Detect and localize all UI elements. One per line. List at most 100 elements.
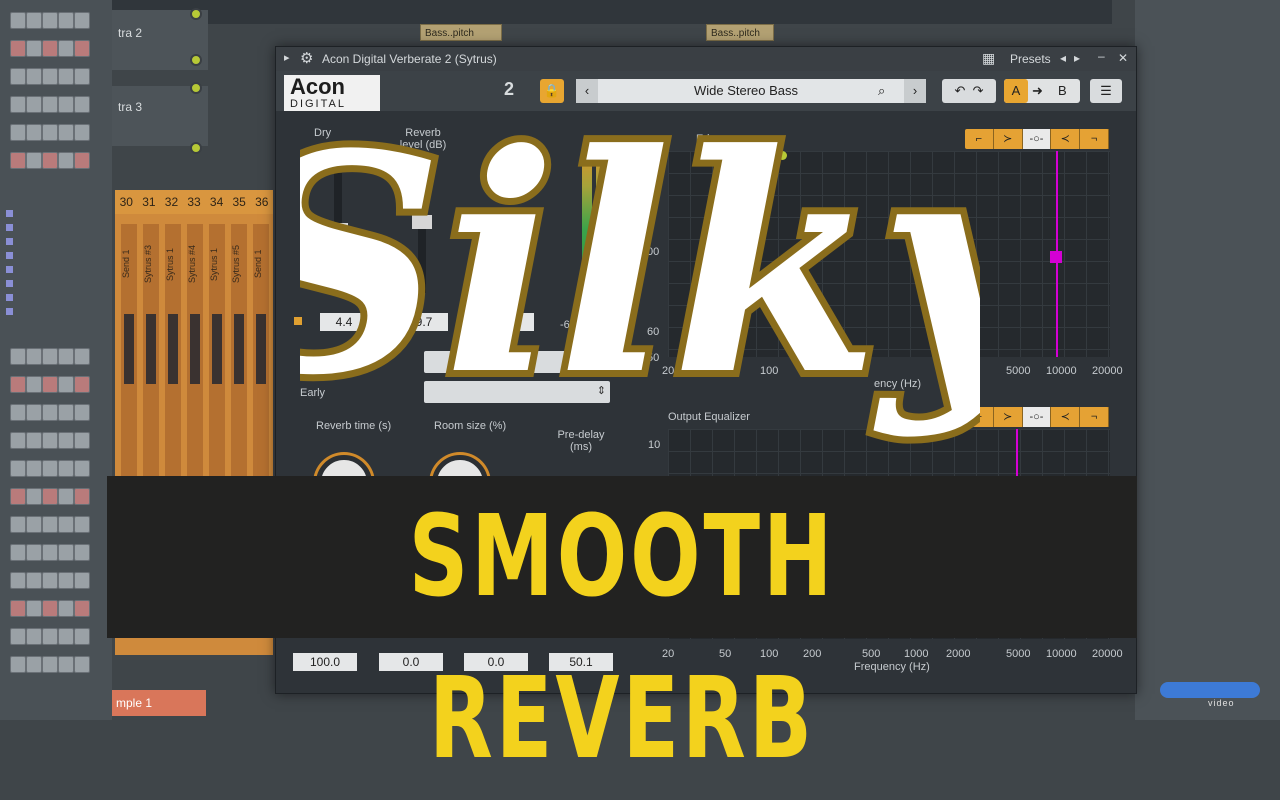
high-shelf-icon[interactable]: ¬	[1080, 129, 1109, 149]
channel-select-button[interactable]	[6, 224, 13, 231]
step-button[interactable]	[26, 376, 42, 393]
channel-select-button[interactable]	[6, 294, 13, 301]
a-button[interactable]: A	[1004, 79, 1028, 103]
step-button[interactable]	[42, 348, 58, 365]
step-button[interactable]	[74, 432, 90, 449]
step-button[interactable]	[74, 628, 90, 645]
step-button[interactable]	[26, 348, 42, 365]
close-icon[interactable]: ✕	[1118, 51, 1128, 65]
reverb-time-value[interactable]: 100.0	[293, 653, 357, 671]
playlist-clip[interactable]: Bass..pitch	[706, 24, 774, 41]
mixer-fader[interactable]	[190, 314, 200, 384]
step-button[interactable]	[74, 68, 90, 85]
step-button[interactable]	[74, 656, 90, 673]
menu-arrow-icon[interactable]: ▸	[284, 51, 290, 64]
step-button[interactable]	[58, 96, 74, 113]
step-button[interactable]	[26, 572, 42, 589]
step-button[interactable]	[42, 572, 58, 589]
step-button[interactable]	[58, 600, 74, 617]
step-button[interactable]	[74, 600, 90, 617]
step-button[interactable]	[10, 628, 26, 645]
step-button[interactable]	[74, 348, 90, 365]
step-button[interactable]	[42, 656, 58, 673]
mixer-fader[interactable]	[234, 314, 244, 384]
step-button[interactable]	[10, 516, 26, 533]
step-button[interactable]	[74, 544, 90, 561]
step-button[interactable]	[58, 488, 74, 505]
step-button[interactable]	[74, 572, 90, 589]
step-button[interactable]	[26, 460, 42, 477]
minimize-icon[interactable]: ‒	[1098, 49, 1105, 63]
step-button[interactable]	[10, 404, 26, 421]
high-shelf-icon[interactable]: ¬	[1080, 407, 1109, 427]
step-button[interactable]	[42, 152, 58, 169]
channel-select-button[interactable]	[6, 308, 13, 315]
presets-label[interactable]: Presets	[1010, 52, 1051, 66]
step-button[interactable]	[58, 572, 74, 589]
step-button[interactable]	[58, 628, 74, 645]
b-button[interactable]: B	[1058, 79, 1067, 103]
step-button[interactable]	[10, 40, 26, 57]
step-button[interactable]	[42, 544, 58, 561]
step-button[interactable]	[74, 460, 90, 477]
filter-shape-selector[interactable]: ⌐ ≻ -○- ≺ ¬	[965, 407, 1109, 427]
step-button[interactable]	[58, 12, 74, 29]
step-button[interactable]	[58, 544, 74, 561]
step-button[interactable]	[10, 460, 26, 477]
step-button[interactable]	[74, 40, 90, 57]
low-cut-icon[interactable]: ≻	[994, 129, 1023, 149]
step-button[interactable]	[26, 544, 42, 561]
step-button[interactable]	[10, 12, 26, 29]
step-button[interactable]	[26, 516, 42, 533]
next-preset-icon[interactable]: ▸	[1074, 51, 1080, 65]
step-button[interactable]	[58, 152, 74, 169]
step-button[interactable]	[74, 404, 90, 421]
step-button[interactable]	[26, 68, 42, 85]
menu-button[interactable]: ☰	[1090, 79, 1122, 103]
step-button[interactable]	[10, 376, 26, 393]
step-button[interactable]	[26, 432, 42, 449]
step-button[interactable]	[10, 124, 26, 141]
step-button[interactable]	[10, 544, 26, 561]
track-enable-dot[interactable]	[190, 8, 202, 20]
channel-select-button[interactable]	[6, 252, 13, 259]
step-button[interactable]	[26, 124, 42, 141]
step-button[interactable]	[10, 600, 26, 617]
step-button[interactable]	[10, 488, 26, 505]
step-button[interactable]	[10, 656, 26, 673]
step-button[interactable]	[42, 124, 58, 141]
step-button[interactable]	[26, 628, 42, 645]
step-button[interactable]	[42, 628, 58, 645]
step-button[interactable]	[42, 376, 58, 393]
copy-arrow-icon[interactable]: ➜	[1032, 79, 1043, 103]
step-button[interactable]	[26, 96, 42, 113]
peak-icon[interactable]: -○-	[1022, 129, 1052, 149]
step-button[interactable]	[10, 432, 26, 449]
low-cut-icon[interactable]: ≻	[994, 407, 1023, 427]
step-button[interactable]	[42, 96, 58, 113]
step-button[interactable]	[74, 152, 90, 169]
step-button[interactable]	[42, 488, 58, 505]
step-button[interactable]	[74, 516, 90, 533]
step-button[interactable]	[26, 488, 42, 505]
step-button[interactable]	[74, 488, 90, 505]
peak-icon[interactable]: -○-	[1022, 407, 1052, 427]
step-button[interactable]	[42, 516, 58, 533]
step-button[interactable]	[10, 68, 26, 85]
channel-select-button[interactable]	[6, 266, 13, 273]
step-button[interactable]	[10, 572, 26, 589]
step-button[interactable]	[26, 12, 42, 29]
step-button[interactable]	[58, 404, 74, 421]
mixer-fader[interactable]	[212, 314, 222, 384]
channel-select-button[interactable]	[6, 280, 13, 287]
filter-shape-selector[interactable]: ⌐ ≻ -○- ≺ ¬	[965, 129, 1109, 149]
step-button[interactable]	[58, 656, 74, 673]
high-cut-icon[interactable]: ≺	[1051, 407, 1081, 427]
step-button[interactable]	[26, 656, 42, 673]
step-button[interactable]	[26, 152, 42, 169]
step-button[interactable]	[42, 12, 58, 29]
playlist-clip[interactable]: Bass..pitch	[420, 24, 502, 41]
mixer-fader[interactable]	[168, 314, 178, 384]
step-button[interactable]	[42, 404, 58, 421]
step-button[interactable]	[10, 348, 26, 365]
